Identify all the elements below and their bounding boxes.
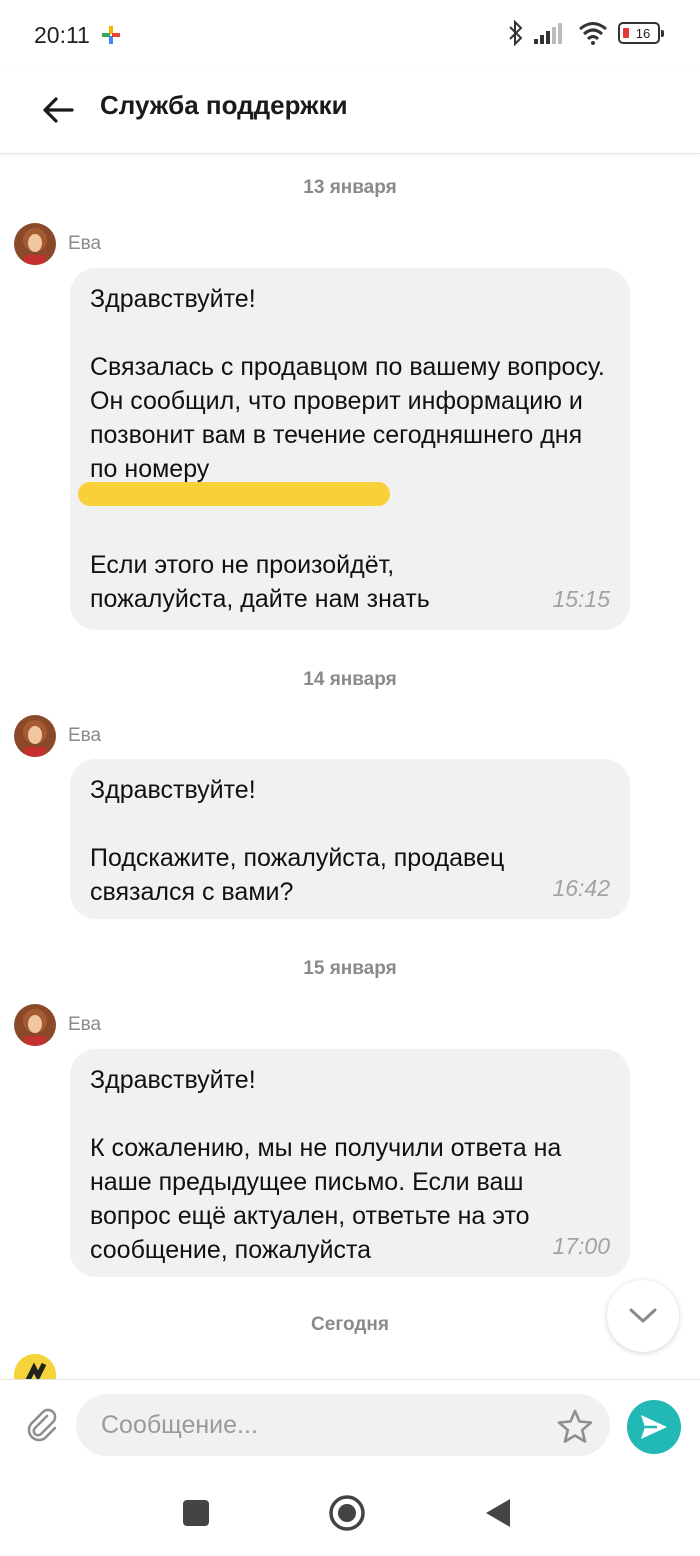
signal-icon [534, 23, 562, 44]
message-greeting: Здравствуйте! [90, 776, 256, 804]
circle-icon [329, 1495, 365, 1531]
sender-row: Ева [14, 223, 101, 265]
avatar-photo [14, 1004, 56, 1046]
back-nav-button[interactable] [476, 1491, 520, 1535]
page-title: Служба поддержки [100, 90, 348, 120]
message-input[interactable] [76, 1394, 610, 1456]
sender-row: Ева [14, 715, 101, 757]
bluetooth-icon [509, 20, 523, 46]
date-separator: 15 января [303, 958, 397, 979]
home-button[interactable] [325, 1491, 369, 1535]
message-time: 15:15 [552, 586, 610, 612]
arrow-left-icon [43, 97, 74, 123]
attach-button[interactable] [22, 1404, 62, 1444]
system-nav-bar [0, 1473, 700, 1556]
chat-area[interactable]: 13 января Ева Здравствуйте! Связалась с … [0, 155, 700, 1379]
avatar[interactable] [14, 223, 56, 265]
wifi-icon [579, 22, 607, 45]
battery-level: 16 [635, 25, 651, 41]
message-greeting: Здравствуйте! [90, 1066, 256, 1094]
paperclip-icon [27, 1408, 57, 1442]
sender-name: Ева [68, 1014, 102, 1035]
date-separator: 14 января [303, 669, 397, 690]
battery-icon: 16 [618, 22, 664, 44]
date-separator: 13 января [303, 177, 397, 198]
avatar[interactable] [14, 1004, 56, 1046]
scroll-down-button[interactable] [607, 1280, 679, 1352]
message-text: Связалась с продавцом по вашему вопросу.… [90, 353, 605, 483]
back-button[interactable] [36, 88, 80, 132]
message-bubble[interactable]: Здравствуйте! Связалась с продавцом по в… [70, 268, 630, 630]
status-bar: 20:11 16 [0, 0, 700, 72]
message-time: 16:42 [552, 875, 610, 901]
sender-row: Ева [14, 1004, 101, 1046]
message-time: 17:00 [552, 1233, 610, 1259]
app-notification-icon [102, 26, 120, 44]
send-button[interactable] [627, 1400, 681, 1454]
message-text: Подскажите, пожалуйста, продавец связалс… [90, 844, 505, 906]
avatar[interactable] [14, 715, 56, 757]
sticker-button[interactable] [555, 1406, 595, 1446]
star-icon [557, 1409, 593, 1443]
avatar-photo [14, 223, 56, 265]
chevron-down-icon [629, 1308, 657, 1323]
message-composer [0, 1379, 700, 1473]
triangle-back-icon [486, 1499, 510, 1527]
message-text: Если этого не произойдёт, пожалуйста, да… [90, 551, 430, 613]
message-text: К сожалению, мы не получили ответа на на… [90, 1134, 562, 1264]
status-icons: 16 [508, 20, 664, 46]
app-header: Служба поддержки [0, 72, 700, 154]
recent-apps-button[interactable] [174, 1491, 218, 1535]
sender-name: Ева [68, 725, 102, 746]
avatar-photo [14, 715, 56, 757]
message-bubble[interactable]: Здравствуйте! К сожалению, мы не получил… [70, 1049, 630, 1277]
message-bubble[interactable]: Здравствуйте! Подскажите, пожалуйста, пр… [70, 759, 630, 919]
sender-name: Ева [68, 233, 102, 254]
message-greeting: Здравствуйте! [90, 285, 256, 313]
send-icon [641, 1415, 667, 1439]
square-icon [183, 1500, 209, 1526]
status-time: 20:11 [34, 22, 90, 48]
redaction-mark [78, 482, 390, 506]
date-separator-today: Сегодня [311, 1314, 389, 1335]
